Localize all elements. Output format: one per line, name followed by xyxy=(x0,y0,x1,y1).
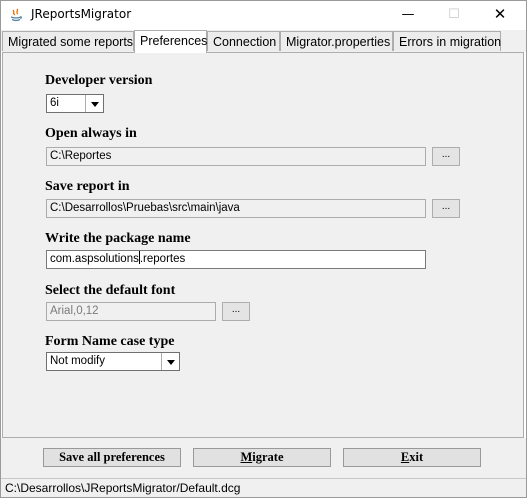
exit-button[interactable]: Exit xyxy=(343,448,481,467)
tab-strip: Migrated some reports Preferences Connec… xyxy=(1,30,526,53)
exit-mnemonic: E xyxy=(400,450,410,464)
button-bar: Save all preferences Migrate Exit xyxy=(1,438,526,478)
status-bar: C:\Desarrollos\JReportsMigrator/Default.… xyxy=(1,478,526,497)
migrate-label-rest: igrate xyxy=(252,450,284,464)
default-font-label: Select the default font xyxy=(45,283,176,298)
open-always-in-browse-button[interactable]: ... xyxy=(432,147,460,166)
title-bar: JReportsMigrator — ☐ ✕ xyxy=(1,1,526,30)
window-title: JReportsMigrator xyxy=(31,7,132,21)
minimize-button[interactable]: — xyxy=(385,1,431,30)
java-app-icon xyxy=(10,8,22,22)
close-button[interactable]: ✕ xyxy=(477,1,523,30)
tab-preferences[interactable]: Preferences xyxy=(134,30,207,53)
form-name-case-value: Not modify xyxy=(50,355,105,367)
open-always-in-field[interactable]: C:\Reportes xyxy=(46,147,426,166)
save-report-in-label: Save report in xyxy=(45,179,130,194)
package-name-text-before-caret: com.aspsolutions xyxy=(50,253,139,265)
open-always-in-label: Open always in xyxy=(45,126,137,141)
package-name-text-after-caret: .reportes xyxy=(139,253,186,265)
tab-connection[interactable]: Connection xyxy=(207,31,280,51)
exit-label-rest: xit xyxy=(409,450,424,464)
tab-migrated-some-reports[interactable]: Migrated some reports xyxy=(2,31,134,51)
migrate-mnemonic: M xyxy=(240,450,253,464)
default-font-browse-button[interactable]: ... xyxy=(222,302,250,321)
migrate-button[interactable]: Migrate xyxy=(193,448,331,467)
maximize-button[interactable]: ☐ xyxy=(431,1,477,30)
chevron-down-icon xyxy=(85,95,103,112)
form-name-case-select[interactable]: Not modify xyxy=(46,352,180,371)
developer-version-value: 6i xyxy=(50,97,59,109)
save-report-in-browse-button[interactable]: ... xyxy=(432,199,460,218)
package-name-label: Write the package name xyxy=(45,231,191,246)
developer-version-label: Developer version xyxy=(45,73,153,88)
save-all-preferences-button[interactable]: Save all preferences xyxy=(43,448,181,467)
tab-errors-in-migration[interactable]: Errors in migration xyxy=(393,31,501,51)
preferences-panel: Developer version 6i Open always in C:\R… xyxy=(2,52,524,438)
chevron-down-icon xyxy=(161,353,179,370)
package-name-input[interactable]: com.aspsolutions.reportes xyxy=(46,250,426,269)
default-font-field[interactable]: Arial,0,12 xyxy=(46,302,216,321)
tab-migrator-properties[interactable]: Migrator.properties xyxy=(280,31,393,51)
main-window: JReportsMigrator — ☐ ✕ Migrated some rep… xyxy=(0,0,527,498)
form-name-case-label: Form Name case type xyxy=(45,334,175,349)
save-report-in-field[interactable]: C:\Desarrollos\Pruebas\src\main\java xyxy=(46,199,426,218)
developer-version-select[interactable]: 6i xyxy=(46,94,104,113)
